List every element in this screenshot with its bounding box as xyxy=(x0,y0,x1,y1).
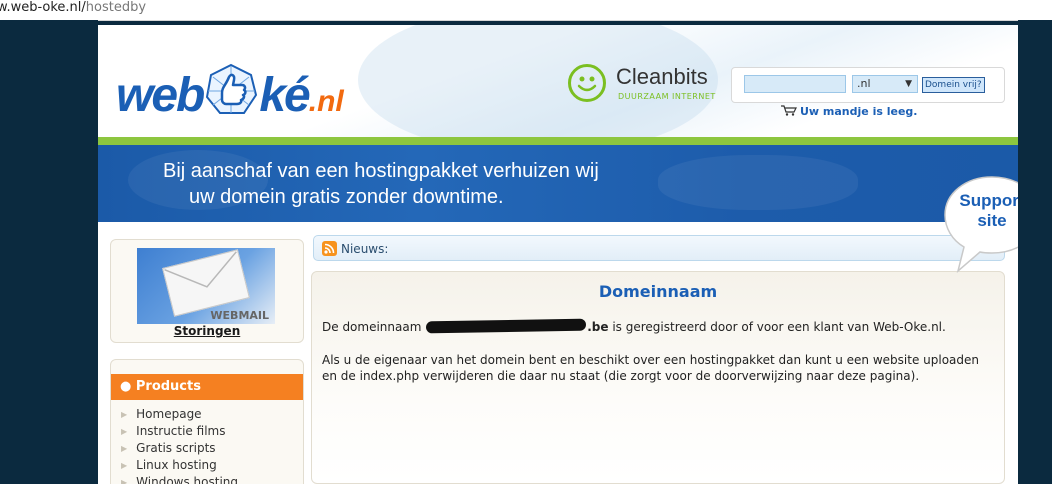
rss-icon[interactable] xyxy=(322,241,337,256)
cleanbits-name: Cleanbits xyxy=(616,64,708,89)
banner-line-1: Bij aanschaf van een hostingpakket verhu… xyxy=(163,160,599,182)
products-item-label: Windows hosting xyxy=(136,475,238,484)
products-item-instructie-films[interactable]: ▶ Instructie films xyxy=(121,423,238,440)
page-title: Domeinnaam xyxy=(598,282,718,301)
webmail-panel: WEBMAIL Storingen xyxy=(110,239,304,343)
cart-text: Uw mandje is leeg. xyxy=(800,105,918,118)
products-panel: ● Products ▶ Homepage ▶ Instructie films ▶… xyxy=(110,359,304,484)
domain-search-input[interactable] xyxy=(744,75,846,93)
triangle-bullet-icon: ▶ xyxy=(121,410,128,419)
domain-suffix: .be xyxy=(587,320,609,334)
main-content-panel: Domeinnaam De domeinnaam .be is geregist… xyxy=(311,271,1005,484)
cleanbits-logo[interactable]: Cleanbits DUURZAAM INTERNET xyxy=(568,62,728,112)
products-item-gratis-scripts[interactable]: ▶ Gratis scripts xyxy=(121,440,238,457)
products-item-label: Gratis scripts xyxy=(136,441,216,455)
banner-text: Bij aanschaf van een hostingpakket verhu… xyxy=(163,158,599,210)
storingen-link[interactable]: Storingen xyxy=(111,324,303,338)
redacted-domain xyxy=(426,318,587,334)
url-host: w.web-oke.nl/ xyxy=(0,0,86,15)
products-item-linux-hosting[interactable]: ▶ Linux hosting xyxy=(121,457,238,474)
bullet-icon: ● xyxy=(120,379,136,394)
domain-registration-text: De domeinnaam .be is geregistreerd door … xyxy=(322,318,946,336)
products-title: Products xyxy=(135,379,201,394)
domain-search-box: .nl ▼ Domein vrij? xyxy=(731,67,1005,103)
owner-instructions-text: Als u de eigenaar van het domein bent en… xyxy=(322,353,980,383)
logo-text-nl: .nl xyxy=(308,85,344,118)
chevron-down-icon: ▼ xyxy=(905,79,912,89)
triangle-bullet-icon: ▶ xyxy=(121,461,128,470)
products-list: ▶ Homepage ▶ Instructie films ▶ Gratis scri… xyxy=(121,406,238,484)
triangle-bullet-icon: ▶ xyxy=(121,478,128,484)
thumbs-up-icon xyxy=(204,63,258,117)
web-oke-logo[interactable]: web ké.nl xyxy=(116,63,344,123)
cleanbits-tagline: DUURZAAM INTERNET xyxy=(618,92,716,101)
page-background-right xyxy=(1018,20,1052,484)
address-bar[interactable]: w.web-oke.nl/hostedby xyxy=(0,0,1052,21)
triangle-bullet-icon: ▶ xyxy=(121,427,128,436)
support-site-button[interactable]: Support site xyxy=(944,175,1018,273)
url-text: w.web-oke.nl/hostedby xyxy=(0,0,146,16)
tld-select[interactable]: .nl ▼ xyxy=(852,75,918,93)
products-item-homepage[interactable]: ▶ Homepage xyxy=(121,406,238,423)
smiley-icon xyxy=(568,64,606,102)
shopping-cart-status[interactable]: Uw mandje is leeg. xyxy=(781,105,917,118)
logo-text-ke: ké xyxy=(259,69,310,122)
site-header: web ké.nl Cleanbits DUURZAAM INTERNET .n… xyxy=(98,25,1018,155)
page-container: web ké.nl Cleanbits DUURZAAM INTERNET .n… xyxy=(98,25,1018,484)
products-item-label: Instructie films xyxy=(136,424,226,438)
p1-suffix: is geregistreerd door of voor een klant … xyxy=(608,320,946,334)
header-divider xyxy=(98,137,1018,145)
webmail-label: WEBMAIL xyxy=(210,309,269,322)
world-map-decoration xyxy=(658,155,858,210)
promo-banner: Bij aanschaf van een hostingpakket verhu… xyxy=(98,145,1018,222)
page-background-left xyxy=(0,20,98,484)
cart-icon xyxy=(781,105,797,116)
products-item-windows-hosting[interactable]: ▶ Windows hosting xyxy=(121,474,238,484)
products-header: ● Products xyxy=(111,374,303,400)
products-item-label: Linux hosting xyxy=(136,458,217,472)
news-bar: Nieuws: xyxy=(313,235,1005,261)
news-label: Nieuws: xyxy=(341,242,389,256)
support-line-1: Support xyxy=(959,191,1018,210)
banner-line-2: uw domein gratis zonder downtime. xyxy=(189,186,504,208)
products-item-label: Homepage xyxy=(136,407,202,421)
logo-text-web: web xyxy=(116,69,205,122)
domain-check-button[interactable]: Domein vrij? xyxy=(922,77,985,93)
support-text: Support site xyxy=(944,191,1018,231)
p1-prefix: De domeinnaam xyxy=(322,320,426,334)
url-path: hostedby xyxy=(85,0,147,15)
triangle-bullet-icon: ▶ xyxy=(121,444,128,453)
tld-selected-value: .nl xyxy=(857,77,871,90)
webmail-banner[interactable]: WEBMAIL xyxy=(137,248,275,324)
envelope-icon xyxy=(162,249,250,317)
support-line-2: site xyxy=(977,211,1007,230)
